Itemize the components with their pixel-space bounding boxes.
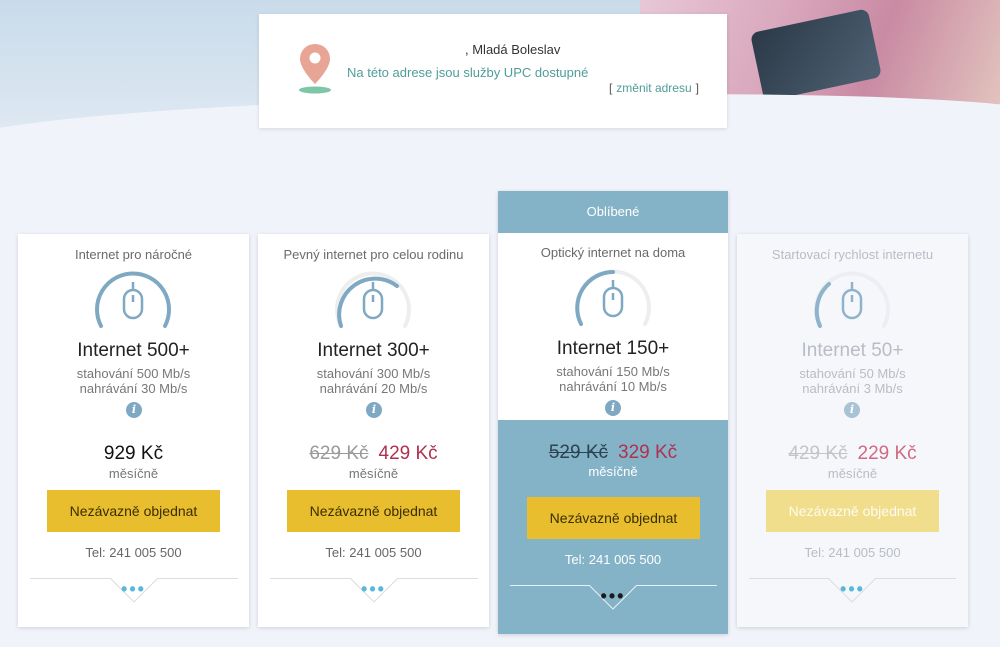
telephone: Tel: 241 005 500 <box>85 545 182 560</box>
address-city: , Mladá Boleslav <box>465 42 561 57</box>
info-icon[interactable]: i <box>605 400 621 416</box>
plan-speeds: stahování 50 Mb/s nahrávání 3 Mb/s <box>737 366 968 396</box>
plan-name: Internet 50+ <box>801 340 904 361</box>
plan-card-150: Oblíbené Optický internet na doma Intern… <box>498 191 728 634</box>
old-price: 429 Kč <box>788 443 848 464</box>
download-speed: stahování 500 Mb/s <box>76 366 191 381</box>
more-details[interactable]: ••• <box>737 579 968 600</box>
mouse-icon <box>841 282 863 320</box>
availability-status: Na této adrese jsou služby UPC dostupné <box>347 65 589 80</box>
download-speed: stahování 150 Mb/s <box>556 364 670 379</box>
price-row: 529 Kč 329 Kč <box>498 442 728 464</box>
plan-heading: Optický internet na doma <box>540 245 686 260</box>
upload-speed: nahrávání 20 Mb/s <box>319 381 428 396</box>
price-row: 929 Kč <box>18 443 249 465</box>
more-details[interactable]: ••• <box>18 579 249 600</box>
bracket-open: [ <box>608 81 613 95</box>
new-price: 229 Kč <box>857 443 917 464</box>
price-row: 429 Kč 229 Kč <box>737 443 968 465</box>
mouse-icon <box>122 282 144 320</box>
plan-name: Internet 300+ <box>317 340 430 361</box>
old-price: 629 Kč <box>309 443 369 464</box>
per-month: měsíčně <box>108 466 159 481</box>
bracket-close: ] <box>695 81 699 95</box>
plan-card-500: Internet pro náročné Internet 500+ staho… <box>18 234 249 627</box>
mouse-icon <box>602 280 624 318</box>
telephone: Tel: 241 005 500 <box>804 545 901 560</box>
download-speed: stahování 300 Mb/s <box>316 366 431 381</box>
speed-gauge <box>335 271 411 328</box>
plan-speeds: stahování 150 Mb/s nahrávání 10 Mb/s <box>498 364 728 394</box>
order-button[interactable]: Nezávazně objednat <box>287 490 460 532</box>
location-pin-icon <box>299 44 331 94</box>
more-details[interactable]: ••• <box>498 586 728 607</box>
per-month: měsíčně <box>588 464 638 479</box>
address-card: , Mladá Boleslav Na této adrese jsou slu… <box>259 14 727 128</box>
more-details[interactable]: ••• <box>258 579 489 600</box>
plan-name: Internet 500+ <box>77 340 190 361</box>
telephone: Tel: 241 005 500 <box>325 545 422 560</box>
new-price: 429 Kč <box>378 443 438 464</box>
speed-gauge <box>575 269 651 326</box>
plan-heading: Startovací rychlost internetu <box>771 247 934 262</box>
upload-speed: nahrávání 10 Mb/s <box>559 379 667 394</box>
address-line: , Mladá Boleslav <box>347 42 707 57</box>
plan-card-50: Startovací rychlost internetu Internet 5… <box>737 234 968 627</box>
plan-card-300: Pevný internet pro celou rodinu Internet… <box>258 234 489 627</box>
price-row: 629 Kč 429 Kč <box>258 443 489 465</box>
download-speed: stahování 50 Mb/s <box>799 366 906 381</box>
plan-speeds: stahování 500 Mb/s nahrávání 30 Mb/s <box>18 366 249 396</box>
old-price: 529 Kč <box>548 442 608 463</box>
order-button[interactable]: Nezávazně objednat <box>47 490 220 532</box>
per-month: měsíčně <box>348 466 399 481</box>
telephone: Tel: 241 005 500 <box>564 552 662 567</box>
plan-speeds: stahování 300 Mb/s nahrávání 20 Mb/s <box>258 366 489 396</box>
change-address-link[interactable]: změnit adresu <box>616 81 691 95</box>
mouse-icon <box>362 282 384 320</box>
upload-speed: nahrávání 3 Mb/s <box>802 381 903 396</box>
speed-gauge <box>814 271 890 328</box>
plan-heading: Pevný internet pro celou rodinu <box>283 247 464 262</box>
speed-gauge <box>95 271 171 328</box>
info-icon[interactable]: i <box>366 402 382 418</box>
info-icon[interactable]: i <box>844 402 860 418</box>
upload-speed: nahrávání 30 Mb/s <box>79 381 188 396</box>
price: 929 Kč <box>103 443 164 464</box>
new-price: 329 Kč <box>618 442 678 463</box>
plan-name: Internet 150+ <box>556 338 670 359</box>
order-button[interactable]: Nezávazně objednat <box>766 490 939 532</box>
order-button[interactable]: Nezávazně objednat <box>527 497 700 539</box>
plan-heading: Internet pro náročné <box>74 247 193 262</box>
change-address: [změnit adresu] <box>609 81 699 95</box>
featured-badge: Oblíbené <box>586 204 640 219</box>
info-icon[interactable]: i <box>126 402 142 418</box>
per-month: měsíčně <box>827 466 878 481</box>
